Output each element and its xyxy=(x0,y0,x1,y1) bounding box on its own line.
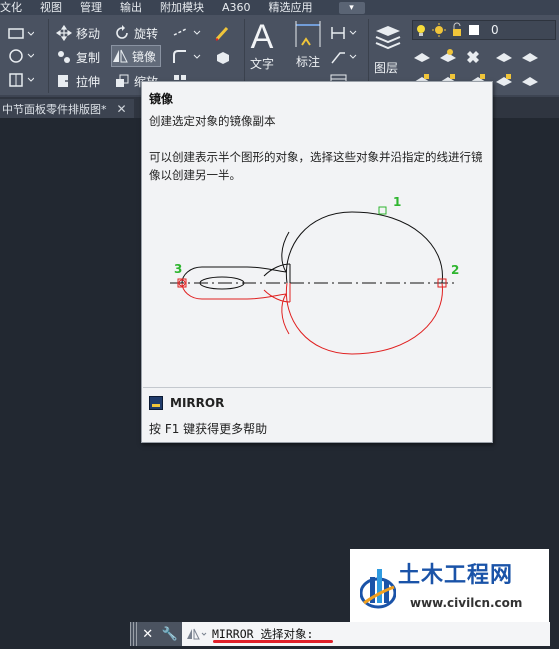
menu-bar: 文化 视图 管理 输出 附加模块 A360 精选应用 ▾ xyxy=(0,0,559,15)
tooltip-detail: 可以创建表示半个图形的对象，选择这些对象并沿指定的线进行镜像以创建另一半。 xyxy=(149,150,483,182)
arrow-tool-icon xyxy=(8,28,34,39)
rotate-label: 旋转 xyxy=(134,26,159,41)
menu-item-view[interactable]: 视图 xyxy=(40,0,62,15)
cloud-dropdown-icon[interactable]: ▾ xyxy=(338,1,365,14)
draw-icon-3[interactable] xyxy=(8,69,34,91)
text-label: 文字 xyxy=(250,57,275,71)
point-3-label: 3 xyxy=(174,262,182,276)
mirror-tooltip: 镜像 创建选定对象的镜像副本 可以创建表示半个图形的对象，选择这些对象并沿指定的… xyxy=(141,81,493,443)
circle-tool-icon xyxy=(9,49,34,63)
point-2-label: 2 xyxy=(451,263,459,277)
grid-tool-icon xyxy=(9,73,34,87)
command-line: ✕ 🔧 MIRROR 选择对象: xyxy=(130,622,550,646)
tooltip-command-name: MIRROR xyxy=(170,396,225,410)
pen-button[interactable] xyxy=(214,22,234,44)
cube-icon xyxy=(217,52,229,64)
move-icon xyxy=(56,25,72,41)
draw-icon-2[interactable] xyxy=(8,45,34,67)
scale-icon xyxy=(116,74,129,87)
paddle-neck-original xyxy=(281,231,290,273)
menu-item-manage[interactable]: 管理 xyxy=(80,0,102,15)
paddle-neck-mirrored xyxy=(281,293,290,335)
layer-state-icons xyxy=(417,22,479,37)
copy-label: 复制 xyxy=(76,50,101,65)
fillet-icon xyxy=(173,50,201,63)
dimension-button[interactable]: 标注 xyxy=(294,19,322,79)
trim-button[interactable] xyxy=(172,22,202,44)
dimension-label: 标注 xyxy=(295,55,320,69)
move-label: 移动 xyxy=(76,26,101,41)
command-highlight-underline xyxy=(213,640,333,643)
command-line-icon xyxy=(149,396,163,410)
linear-dim-button[interactable] xyxy=(330,22,360,44)
mirror-icon xyxy=(113,49,128,63)
mirror-button[interactable]: 镜像 xyxy=(111,45,162,67)
document-tab-title: 中节面板零件排版图* xyxy=(2,102,107,116)
layers-icon xyxy=(375,26,401,50)
ribbon-separator xyxy=(48,19,49,93)
fillet-button[interactable] xyxy=(172,46,202,68)
close-icon[interactable]: ✕ xyxy=(142,627,153,642)
leader-button[interactable] xyxy=(330,46,360,68)
paddle-head-original xyxy=(285,211,443,284)
document-tab[interactable]: 中节面板零件排版图* ✕ xyxy=(0,99,134,118)
pen-icon xyxy=(215,26,229,41)
rotate-button[interactable]: 旋转 xyxy=(114,22,158,44)
linear-dim-icon xyxy=(331,27,357,39)
tooltip-description: 创建选定对象的镜像副本 xyxy=(149,114,276,128)
command-prompt-icon[interactable] xyxy=(182,622,212,646)
menu-item-output[interactable]: 输出 xyxy=(120,0,142,15)
copy-icon xyxy=(58,51,70,63)
tooltip-command: MIRROR xyxy=(149,396,224,410)
layer-value: 0 xyxy=(491,23,499,37)
text-a-icon: A xyxy=(250,18,274,56)
watermark-logo xyxy=(360,569,396,609)
paddle-handle-original xyxy=(181,266,287,284)
watermark-title: 土木工程网 xyxy=(398,563,514,588)
watermark: 土木工程网 www.civilcn.com xyxy=(350,549,549,622)
layer-dropdown[interactable]: 0 xyxy=(412,20,556,40)
rotate-icon xyxy=(116,25,128,39)
copy-button[interactable]: 复制 xyxy=(56,46,100,68)
watermark-url: www.civilcn.com xyxy=(410,596,523,610)
paddle-head-mirrored xyxy=(285,282,443,355)
point-1-marker xyxy=(378,206,387,215)
tooltip-help: 按 F1 键获得更多帮助 xyxy=(149,422,268,436)
close-tab-icon[interactable]: ✕ xyxy=(117,102,127,116)
leader-icon xyxy=(331,52,357,64)
stretch-icon xyxy=(58,75,72,87)
stretch-label: 拉伸 xyxy=(76,74,101,89)
tooltip-title: 镜像 xyxy=(149,92,174,106)
menu-item-featured-apps[interactable]: 精选应用 xyxy=(269,0,313,15)
mirror-illustration: 1 2 3 xyxy=(170,195,459,355)
layer-tools-row-1[interactable] xyxy=(412,45,552,67)
paddle-handle-mirrored xyxy=(181,282,287,300)
text-button[interactable]: A 文字 xyxy=(250,19,274,79)
layer-tools-icons-row-1 xyxy=(414,49,538,63)
layer-label: 图层 xyxy=(374,61,399,75)
command-line-grip[interactable] xyxy=(130,622,138,646)
erase-button[interactable] xyxy=(214,46,234,68)
menu-item-annotate[interactable]: 文化 xyxy=(0,0,22,15)
point-1-label: 1 xyxy=(393,195,401,209)
menu-item-a360[interactable]: A360 xyxy=(222,0,251,15)
command-line-controls: ✕ 🔧 xyxy=(138,622,182,646)
stretch-button[interactable]: 拉伸 xyxy=(56,70,100,92)
tooltip-divider xyxy=(143,387,491,388)
trim-icon xyxy=(173,28,201,36)
dimension-icon xyxy=(295,21,321,47)
mirror-prompt-icon xyxy=(187,628,207,640)
draw-icon-1[interactable] xyxy=(8,23,34,45)
wrench-icon[interactable]: 🔧 xyxy=(162,627,178,642)
mirror-label: 镜像 xyxy=(132,49,157,64)
layer-properties-button[interactable]: 图层 xyxy=(374,23,402,83)
menu-item-addins[interactable]: 附加模块 xyxy=(160,0,204,15)
move-button[interactable]: 移动 xyxy=(56,22,100,44)
